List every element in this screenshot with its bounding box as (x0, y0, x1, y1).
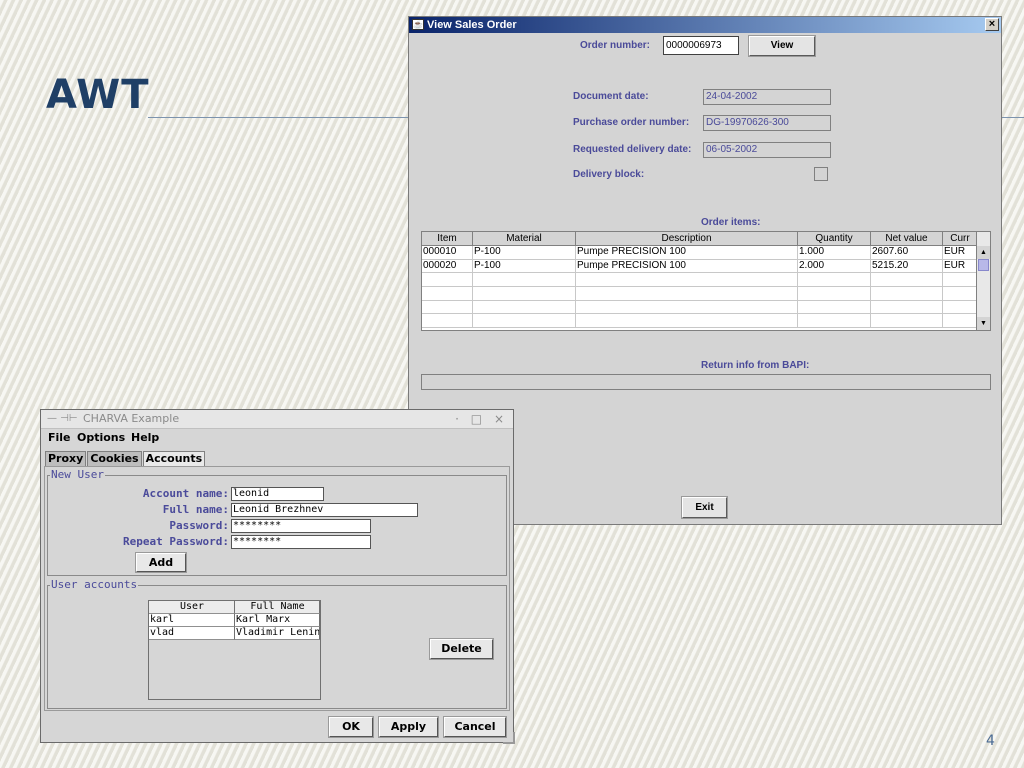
column-header-curr[interactable]: Curr (943, 232, 978, 245)
column-header-item[interactable]: Item (422, 232, 473, 245)
account-name-label: Account name: (142, 487, 229, 500)
view-button[interactable]: View (748, 35, 816, 57)
new-user-group: New User Account name: leonid Full name:… (47, 468, 507, 576)
cell-material: P-100 (473, 259, 576, 273)
account-name-input[interactable]: leonid (231, 487, 324, 501)
repeat-password-input[interactable]: ******** (231, 535, 371, 549)
ok-button[interactable]: OK (328, 716, 374, 738)
column-header-user[interactable]: User (149, 601, 235, 614)
tab-cookies[interactable]: Cookies (87, 451, 142, 466)
cell-material: P-100 (473, 246, 576, 259)
table-row[interactable] (422, 273, 990, 288)
requested-delivery-field[interactable]: 06-05-2002 (703, 142, 831, 158)
return-info-label: Return info from BAPI: (701, 360, 810, 371)
cell-user: vlad (149, 627, 235, 640)
apply-button[interactable]: Apply (378, 716, 439, 738)
menubar: File Options Help (41, 429, 513, 447)
table-row[interactable]: karl Karl Marx (149, 614, 320, 627)
sales-order-titlebar[interactable]: ☕ View Sales Order × (409, 17, 1001, 33)
return-info-field[interactable] (421, 374, 991, 390)
slide-title: AWT (46, 72, 150, 118)
full-name-label: Full name: (162, 503, 229, 516)
cell-net-value: 2607.60 (871, 246, 943, 259)
tab-proxy[interactable]: Proxy (45, 451, 87, 466)
menu-help[interactable]: Help (131, 429, 159, 447)
order-items-label: Order items: (701, 217, 761, 228)
column-header-quantity[interactable]: Quantity (798, 232, 871, 245)
table-row[interactable] (422, 300, 990, 315)
password-label: Password: (169, 519, 229, 532)
menu-file[interactable]: File (48, 429, 71, 447)
scroll-up-icon[interactable]: ▲ (977, 246, 990, 259)
order-items-table[interactable]: Item Material Description Quantity Net v… (421, 231, 991, 331)
cell-full-name: Vladimir Lenin (235, 627, 320, 640)
user-accounts-table[interactable]: User Full Name karl Karl Marx vlad Vladi… (148, 600, 321, 700)
delivery-block-checkbox[interactable] (814, 167, 828, 181)
title-divider (148, 117, 410, 118)
table-row[interactable] (422, 314, 990, 329)
tab-accounts[interactable]: Accounts (142, 451, 206, 466)
order-items-scrollbar[interactable]: ▲ ▼ (976, 232, 990, 330)
charva-window: — ⊣⊢ CHARVA Example · □ × File Options H… (40, 409, 515, 744)
cancel-button[interactable]: Cancel (443, 716, 507, 738)
window-menu-icon[interactable]: — ⊣⊢ (47, 410, 78, 428)
order-number-label: Order number: (580, 40, 651, 51)
full-name-input[interactable]: Leonid Brezhnev (231, 503, 418, 517)
scroll-down-icon[interactable]: ▼ (977, 317, 990, 330)
resize-grip-icon[interactable] (503, 732, 515, 744)
cell-description: Pumpe PRECISION 100 (576, 246, 798, 259)
order-items-header: Item Material Description Quantity Net v… (422, 232, 990, 246)
cell-description: Pumpe PRECISION 100 (576, 259, 798, 273)
table-row[interactable] (422, 287, 990, 301)
column-header-net-value[interactable]: Net value (871, 232, 943, 245)
table-row[interactable]: vlad Vladimir Lenin (149, 627, 320, 640)
charva-window-title: CHARVA Example (83, 412, 180, 425)
requested-delivery-label: Requested delivery date: (573, 144, 692, 155)
java-cup-icon: ☕ (412, 19, 424, 30)
slide-number: 4 (986, 733, 995, 749)
add-button[interactable]: Add (135, 552, 187, 573)
column-header-material[interactable]: Material (473, 232, 576, 245)
close-icon[interactable]: × (985, 18, 999, 31)
menu-options[interactable]: Options (77, 429, 125, 447)
tab-strip: Proxy Cookies Accounts (45, 451, 206, 466)
document-date-field[interactable]: 24-04-2002 (703, 89, 831, 105)
purchase-order-field[interactable]: DG-19970626-300 (703, 115, 831, 131)
order-number-input[interactable]: 0000006973 (663, 36, 739, 55)
exit-button[interactable]: Exit (681, 496, 728, 519)
cell-quantity: 1.000 (798, 246, 871, 259)
scroll-thumb[interactable] (978, 259, 989, 271)
repeat-password-label: Repeat Password: (123, 535, 229, 548)
table-row[interactable]: 000020 P-100 Pumpe PRECISION 100 2.000 5… (422, 259, 990, 274)
sales-order-window-title: View Sales Order (427, 19, 517, 31)
cell-net-value: 5215.20 (871, 259, 943, 273)
cell-item: 000010 (422, 246, 473, 259)
column-header-full-name[interactable]: Full Name (235, 601, 320, 614)
delete-button[interactable]: Delete (429, 638, 494, 660)
cell-item: 000020 (422, 259, 473, 273)
document-date-label: Document date: (573, 91, 649, 102)
cell-curr: EUR (943, 259, 978, 273)
table-row[interactable]: 000010 P-100 Pumpe PRECISION 100 1.000 2… (422, 246, 990, 260)
cell-quantity: 2.000 (798, 259, 871, 273)
delivery-block-label: Delivery block: (573, 169, 645, 180)
charva-titlebar[interactable]: — ⊣⊢ CHARVA Example · □ × (41, 410, 513, 429)
cell-full-name: Karl Marx (235, 614, 320, 627)
user-accounts-group-label: User accounts (50, 578, 139, 592)
password-input[interactable]: ******** (231, 519, 371, 533)
purchase-order-label: Purchase order number: (573, 117, 690, 128)
cell-user: karl (149, 614, 235, 627)
cell-curr: EUR (943, 246, 978, 259)
title-divider-right (1002, 117, 1024, 118)
column-header-description[interactable]: Description (576, 232, 798, 245)
new-user-group-label: New User (50, 468, 105, 482)
window-controls-icon[interactable]: · □ × (455, 410, 508, 428)
user-accounts-header: User Full Name (149, 601, 320, 614)
